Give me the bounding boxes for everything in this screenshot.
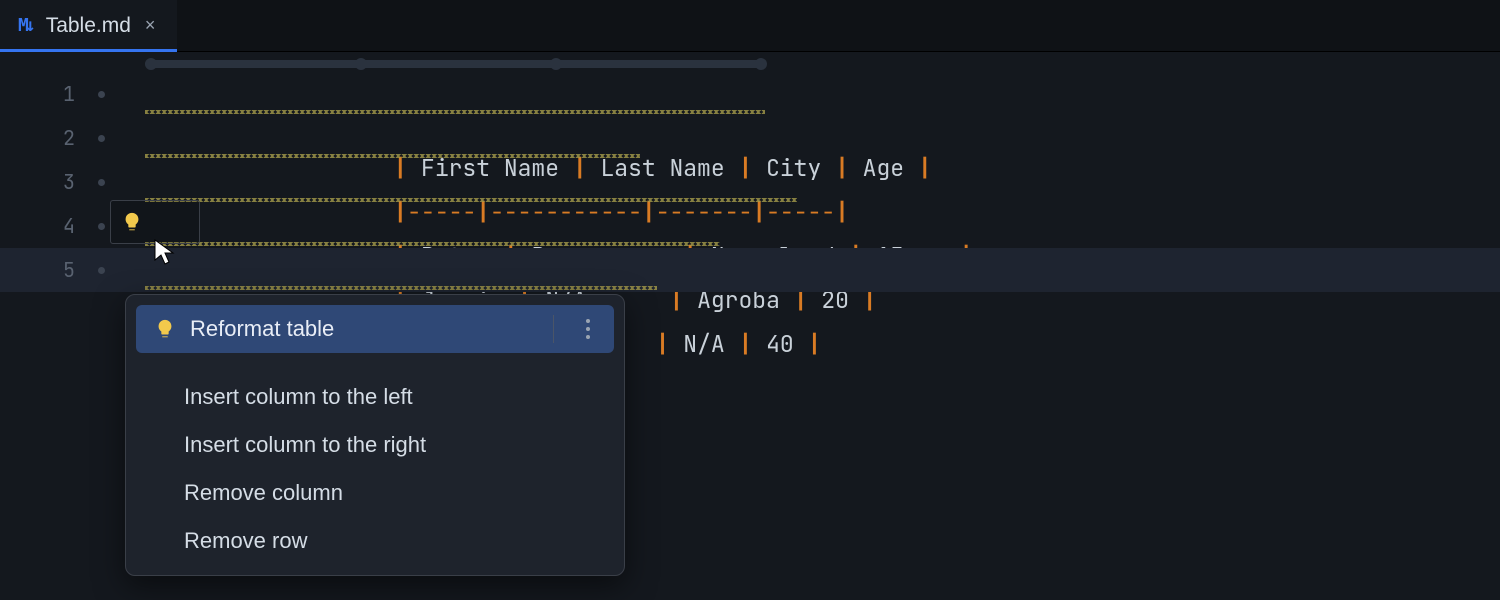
gutter-grip-icon	[98, 267, 105, 274]
warning-squiggle	[145, 154, 640, 158]
gutter-grip-icon	[98, 135, 105, 142]
code-line[interactable]: |-----|-----------|-------|-----|	[115, 116, 1500, 160]
intention-bulb-button[interactable]	[110, 200, 200, 244]
code-area[interactable]: | First Name | Last Name | City | Age | …	[115, 52, 1500, 600]
code-lines: | First Name | Last Name | City | Age | …	[115, 72, 1500, 292]
warning-squiggle	[145, 110, 765, 114]
gutter-grip-icon	[98, 179, 105, 186]
menu-item-remove-row[interactable]: Remove row	[136, 517, 614, 565]
code-line[interactable]: | Peter | Pan | Neverland | 13 |	[115, 160, 1500, 204]
markdown-file-icon: M↓	[18, 15, 36, 36]
gutter-grip-icon	[98, 223, 105, 230]
code-line[interactable]: | Jack | Sparrow | N/A | 40 |	[115, 248, 1500, 292]
menu-item-label: Insert column to the left	[184, 384, 413, 410]
menu-item-label: Remove row	[184, 528, 307, 554]
warning-squiggle	[145, 198, 797, 202]
line-number: 3	[0, 160, 115, 204]
gutter: 1 2 3 4 5	[0, 52, 115, 600]
tab-bar: M↓ Table.md ×	[0, 0, 1500, 52]
kebab-icon[interactable]	[586, 319, 590, 339]
menu-item-reformat-table[interactable]: Reformat table	[136, 305, 614, 353]
menu-separator	[553, 315, 554, 343]
lightbulb-icon	[121, 211, 143, 233]
line-number: 4	[0, 204, 115, 248]
column-guide	[145, 60, 765, 68]
editor: 1 2 3 4 5 | First Name | Last Name | Cit…	[0, 52, 1500, 600]
warning-squiggle	[145, 286, 657, 290]
code-line[interactable]: | Jasmin | N/A | Agroba | 20 |	[115, 204, 1500, 248]
menu-item-label: Remove column	[184, 480, 343, 506]
menu-item-remove-column[interactable]: Remove column	[136, 469, 614, 517]
intention-actions-popup: Reformat table Insert column to the left…	[125, 294, 625, 576]
line-number: 1	[0, 72, 115, 116]
warning-squiggle	[145, 242, 720, 246]
close-icon[interactable]: ×	[141, 15, 160, 36]
menu-item-label: Insert column to the right	[184, 432, 426, 458]
lightbulb-icon	[154, 318, 176, 340]
tab-table-md[interactable]: M↓ Table.md ×	[0, 0, 177, 51]
menu-item-insert-col-right[interactable]: Insert column to the right	[136, 421, 614, 469]
code-line[interactable]: | First Name | Last Name | City | Age |	[115, 72, 1500, 116]
tab-bar-remainder	[177, 0, 1500, 51]
menu-item-label: Reformat table	[190, 316, 334, 342]
menu-item-insert-col-left[interactable]: Insert column to the left	[136, 373, 614, 421]
line-number: 2	[0, 116, 115, 160]
tab-title: Table.md	[46, 14, 131, 38]
menu-group: Insert column to the left Insert column …	[136, 363, 614, 565]
line-number: 5	[0, 248, 115, 292]
gutter-grip-icon	[98, 91, 105, 98]
